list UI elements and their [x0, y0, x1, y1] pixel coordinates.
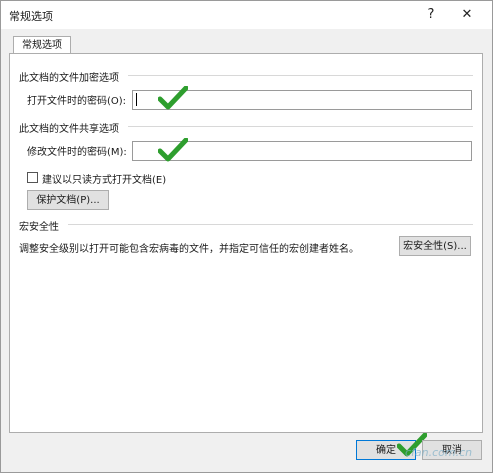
macro-description: 调整安全级别以打开可能包含宏病毒的文件，并指定可信任的宏创建者姓名。: [19, 244, 359, 255]
text-caret: [136, 93, 137, 106]
options-panel: 此文档的文件加密选项 打开文件时的密码(O): 此文档的文件共享选项 修改文件时…: [9, 53, 483, 433]
title-bar: 常规选项 ? ✕: [1, 1, 492, 29]
macro-security-button[interactable]: 宏安全性(S)...: [399, 236, 471, 256]
section-divider: [68, 224, 473, 225]
readonly-checkbox[interactable]: [27, 172, 38, 183]
green-checkmark-icon: [157, 85, 189, 110]
section-divider: [128, 75, 473, 76]
open-password-label: 打开文件时的密码(O):: [27, 96, 127, 107]
close-button[interactable]: ✕: [453, 4, 481, 26]
section-divider: [128, 126, 473, 127]
encryption-section-title: 此文档的文件加密选项: [19, 73, 119, 84]
window-title: 常规选项: [9, 10, 53, 23]
modify-password-label: 修改文件时的密码(M):: [27, 147, 127, 158]
macro-section-title: 宏安全性: [19, 222, 59, 233]
protect-document-button[interactable]: 保护文档(P)...: [27, 190, 109, 210]
help-button[interactable]: ?: [417, 4, 445, 26]
readonly-label[interactable]: 建议以只读方式打开文档(E): [42, 171, 166, 186]
watermark: cfan.com.cn: [405, 446, 473, 459]
dialog-window: 常规选项 ? ✕ 常规选项 此文档的文件加密选项 打开文件时的密码(O): 此文…: [0, 0, 493, 473]
green-checkmark-icon: [157, 137, 189, 162]
sharing-section-title: 此文档的文件共享选项: [19, 124, 119, 135]
tab-strip: 常规选项: [9, 29, 485, 55]
